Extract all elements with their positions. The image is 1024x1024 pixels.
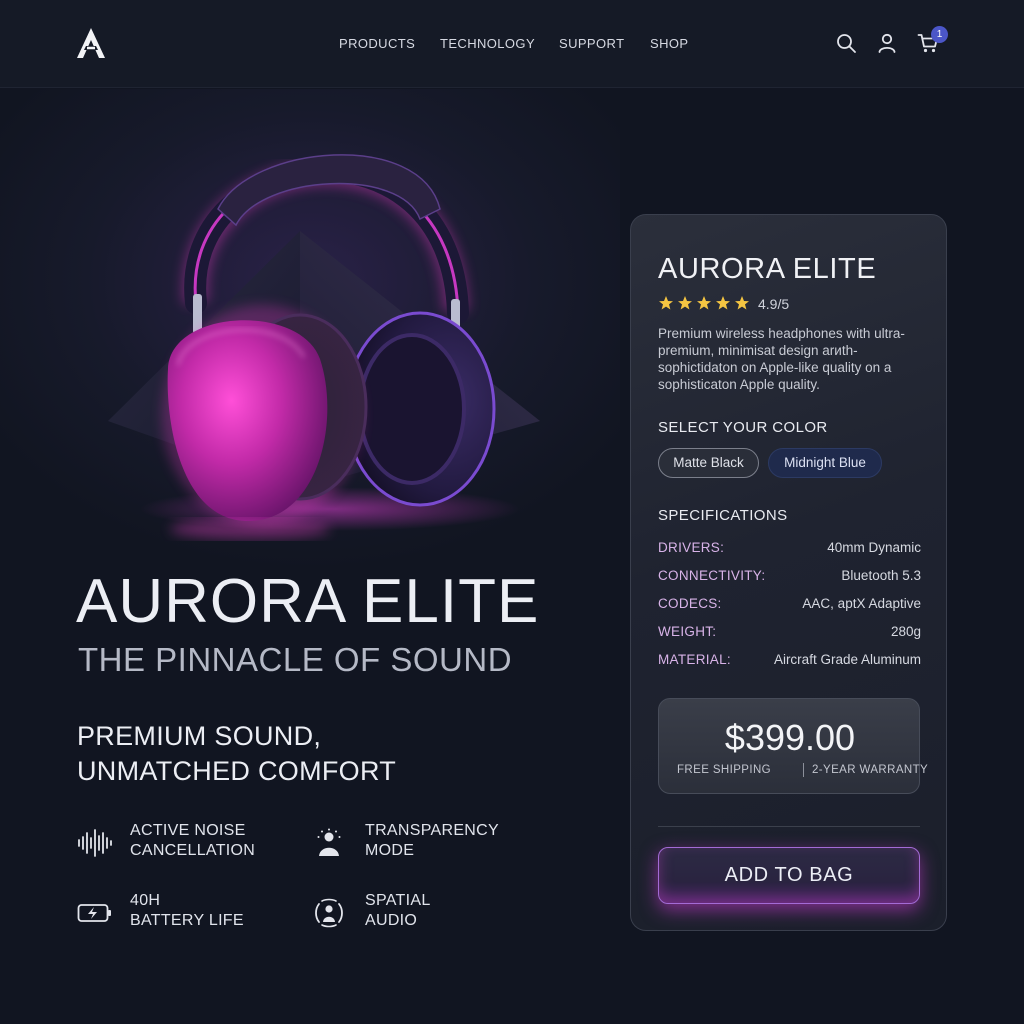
spec-value: 40mm Dynamic	[827, 540, 921, 555]
feature-label-line2: AUDIO	[365, 912, 418, 929]
feature-label-line1: ACTIVE NOISE	[130, 822, 246, 839]
feature-label-line2: MODE	[365, 842, 415, 859]
star-icon	[658, 295, 674, 311]
star-icon	[677, 295, 693, 311]
product-description: Premium wireless headphones with ultra-p…	[658, 326, 905, 392]
product-title: AURORA ELITE	[658, 253, 877, 285]
spec-value: 280g	[890, 624, 921, 639]
tagline-line-1: PREMIUM SOUND,	[77, 721, 322, 751]
feature-label-line1: TRANSPARENCY	[365, 822, 499, 839]
user-icon[interactable]	[876, 32, 898, 54]
feature-label-line1: SPATIAL	[365, 892, 431, 909]
site-header: PRODUCTS TECHNOLOGY SUPPORT SHOP 1	[0, 0, 1024, 88]
main-nav: PRODUCTS TECHNOLOGY SUPPORT SHOP	[0, 36, 1024, 52]
feature-label-line1: 40H	[130, 892, 161, 909]
specifications-heading: SPECIFICATIONS	[658, 507, 788, 524]
star-icon	[734, 295, 750, 311]
spec-value: AAC, aptX Adaptive	[802, 596, 921, 611]
battery-charging-icon	[77, 898, 113, 928]
nav-technology[interactable]: TECHNOLOGY	[440, 36, 535, 51]
spec-row: DRIVERS: 40mm Dynamic	[658, 540, 921, 558]
cart-count-badge: 1	[931, 26, 948, 43]
free-shipping-label: FREE SHIPPING	[677, 764, 772, 776]
feature-transparency-mode: TRANSPARENCY MODE	[312, 822, 532, 866]
spec-row: CONNECTIVITY: Bluetooth 5.3	[658, 568, 921, 586]
spec-row: CODECS: AAC, aptX Adaptive	[658, 596, 921, 614]
price-divider	[803, 763, 804, 777]
star-icon	[696, 295, 712, 311]
nav-products[interactable]: PRODUCTS	[339, 36, 415, 51]
price-box: $399.00 FREE SHIPPING 2-YEAR WARRANTY	[658, 698, 928, 794]
spec-row: MATERIAL: Aircraft Grade Aluminum	[658, 652, 921, 670]
spec-key: CONNECTIVITY:	[658, 568, 766, 583]
nav-shop[interactable]: SHOP	[650, 36, 688, 51]
star-icon	[715, 295, 731, 311]
add-to-bag-button[interactable]: ADD TO BAG	[658, 847, 920, 904]
feature-spatial-audio: SPATIAL AUDIO	[312, 892, 532, 936]
nav-support[interactable]: SUPPORT	[559, 36, 624, 51]
headphones-hero-image	[0, 89, 620, 569]
color-option-midnight-blue[interactable]: Midnight Blue	[768, 448, 882, 478]
feature-battery-life: 40H BATTERY LIFE	[77, 892, 297, 936]
color-option-matte-black[interactable]: Matte Black	[658, 448, 759, 478]
price: $399.00	[724, 717, 856, 758]
warranty-label: 2-YEAR WARRANTY	[812, 764, 929, 776]
spec-row: WEIGHT: 280g	[658, 624, 921, 642]
search-icon[interactable]	[835, 32, 857, 54]
feature-label-line2: BATTERY LIFE	[130, 912, 244, 929]
spatial-audio-icon	[312, 898, 348, 928]
color-heading: SELECT YOUR COLOR	[658, 419, 828, 436]
product-card: AURORA ELITE 4.9/5 Premium wireless head…	[630, 214, 947, 931]
spec-key: CODECS:	[658, 596, 722, 611]
tagline-line-2: UNMATCHED COMFORT	[77, 756, 397, 786]
spec-key: WEIGHT:	[658, 624, 717, 639]
feature-noise-cancellation: ACTIVE NOISE CANCELLATION	[77, 822, 297, 866]
person-ambient-icon	[312, 828, 348, 858]
card-divider	[658, 826, 920, 827]
feature-label-line2: CANCELLATION	[130, 842, 256, 859]
spec-value: Bluetooth 5.3	[841, 568, 921, 583]
sound-wave-icon	[77, 828, 113, 858]
spec-key: DRIVERS:	[658, 540, 725, 555]
rating-value: 4.9/5	[758, 296, 790, 312]
spec-key: MATERIAL:	[658, 652, 731, 667]
hero-subtitle: THE PINNACLE OF SOUND	[78, 641, 513, 678]
hero-title: AURORA ELITE	[76, 567, 540, 636]
spec-value: Aircraft Grade Aluminum	[773, 652, 921, 667]
